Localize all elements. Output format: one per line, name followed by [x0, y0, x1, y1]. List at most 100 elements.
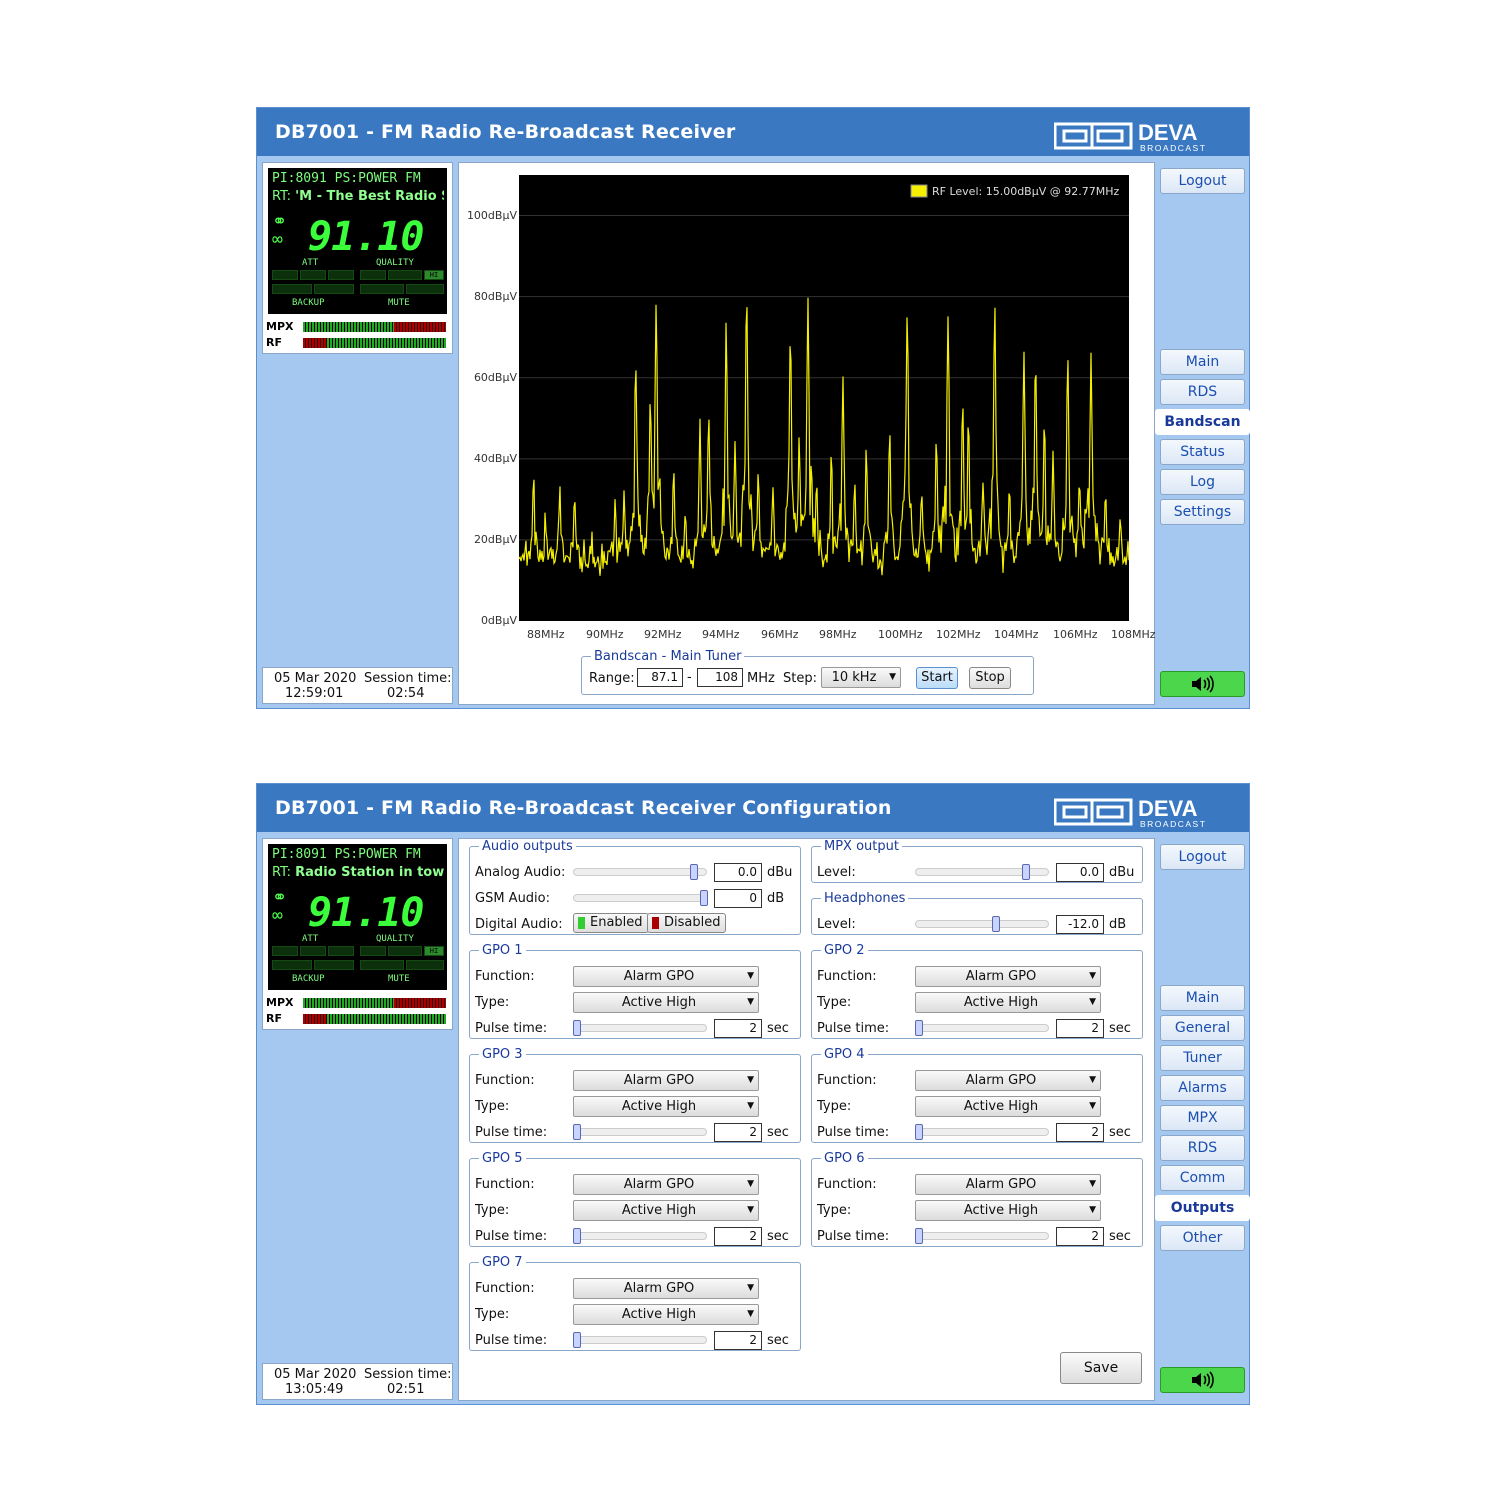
- nav-outputs[interactable]: Outputs: [1155, 1195, 1250, 1221]
- mpx-level-slider[interactable]: [915, 864, 1049, 880]
- start-button[interactable]: Start: [916, 667, 958, 689]
- pulse-time-input[interactable]: 2: [1056, 1123, 1104, 1142]
- date-text: 05 Mar 2020: [274, 671, 357, 686]
- slider-knob[interactable]: [573, 1332, 581, 1348]
- type-select[interactable]: Active High ▼: [915, 1200, 1101, 1221]
- unit-label: sec: [767, 1229, 789, 1244]
- slider-knob[interactable]: [690, 864, 698, 880]
- step-value: 10 kHz: [831, 670, 877, 685]
- nav-rds[interactable]: RDS: [1160, 1135, 1245, 1161]
- step-label: Step:: [783, 671, 817, 686]
- pulse-time-slider[interactable]: [573, 1228, 707, 1244]
- function-select[interactable]: Alarm GPO ▼: [573, 1070, 759, 1091]
- function-select[interactable]: Alarm GPO ▼: [573, 966, 759, 987]
- nav-main[interactable]: Main: [1160, 349, 1245, 375]
- type-select[interactable]: Active High ▼: [915, 1096, 1101, 1117]
- speaker-button[interactable]: [1160, 671, 1245, 697]
- function-select[interactable]: Alarm GPO ▼: [573, 1174, 759, 1195]
- gpo-legend: GPO 2: [824, 943, 865, 958]
- nav-log[interactable]: Log: [1160, 469, 1245, 495]
- headphones-level-slider[interactable]: [915, 916, 1049, 932]
- pulse-time-input[interactable]: 2: [714, 1019, 762, 1038]
- function-select[interactable]: Alarm GPO ▼: [915, 1174, 1101, 1195]
- pulse-time-slider[interactable]: [573, 1124, 707, 1140]
- step-select[interactable]: 10 kHz ▼: [821, 667, 901, 688]
- nav-other[interactable]: Other: [1160, 1225, 1245, 1251]
- nav-alarms[interactable]: Alarms: [1160, 1075, 1245, 1101]
- chevron-down-icon: ▼: [1089, 1101, 1096, 1111]
- chevron-down-icon: ▼: [747, 1309, 754, 1319]
- chevron-down-icon: ▼: [747, 971, 754, 981]
- range-to-input[interactable]: 108: [697, 668, 743, 687]
- slider-knob[interactable]: [992, 916, 1000, 932]
- function-select[interactable]: Alarm GPO ▼: [573, 1278, 759, 1299]
- unit-label: sec: [767, 1021, 789, 1036]
- lcd-line-rt: RT: Radio Station in town: [272, 865, 444, 880]
- digital-enabled-button[interactable]: Enabled: [573, 913, 649, 933]
- type-select[interactable]: Active High ▼: [573, 1200, 759, 1221]
- type-select[interactable]: Active High ▼: [573, 1096, 759, 1117]
- nav-tuner[interactable]: Tuner: [1160, 1045, 1245, 1071]
- type-select[interactable]: Active High ▼: [573, 1304, 759, 1325]
- slider-knob[interactable]: [573, 1124, 581, 1140]
- pulse-time-input[interactable]: 2: [1056, 1019, 1104, 1038]
- nav-main[interactable]: Main: [1160, 985, 1245, 1011]
- logout-button[interactable]: Logout: [1160, 844, 1245, 870]
- type-select[interactable]: Active High ▼: [915, 992, 1101, 1013]
- slider-knob[interactable]: [915, 1124, 923, 1140]
- nav-status[interactable]: Status: [1160, 439, 1245, 465]
- pulse-time-input[interactable]: 2: [1056, 1227, 1104, 1246]
- bandscan-window: DB7001 - FM Radio Re-Broadcast Receiver …: [256, 107, 1250, 709]
- enabled-text: Enabled: [590, 915, 643, 930]
- slider-knob[interactable]: [700, 890, 708, 906]
- nav-rds[interactable]: RDS: [1160, 379, 1245, 405]
- mpx-label: MPX: [266, 320, 294, 333]
- y-tick: 40dBµV: [473, 452, 517, 465]
- pulse-time-slider[interactable]: [915, 1020, 1049, 1036]
- function-value: Alarm GPO: [623, 1281, 695, 1296]
- pulse-time-input[interactable]: 2: [714, 1123, 762, 1142]
- slider-knob[interactable]: [915, 1020, 923, 1036]
- session-time: 02:51: [387, 1382, 425, 1397]
- unit-label: dBu: [1109, 865, 1135, 880]
- pulse-time-slider[interactable]: [573, 1332, 707, 1348]
- range-label: Range:: [589, 671, 635, 686]
- pulse-time-slider[interactable]: [915, 1124, 1049, 1140]
- slider-knob[interactable]: [1022, 864, 1030, 880]
- nav-bandscan[interactable]: Bandscan: [1155, 409, 1250, 435]
- speaker-button[interactable]: [1160, 1367, 1245, 1393]
- lcd-panel: PI:8091 PS:POWER FM RT: 'M - The Best Ra…: [262, 162, 453, 354]
- time-text: 12:59:01: [285, 686, 344, 701]
- function-select[interactable]: Alarm GPO ▼: [915, 1070, 1101, 1091]
- backup-label: BACKUP: [292, 974, 325, 984]
- digital-disabled-button[interactable]: Disabled: [647, 913, 727, 933]
- range-from-input[interactable]: 87.1: [637, 668, 683, 687]
- svg-text:DEVA: DEVA: [1138, 120, 1198, 145]
- slider-knob[interactable]: [915, 1228, 923, 1244]
- chevron-down-icon: ▼: [1089, 997, 1096, 1007]
- pulse-time-slider[interactable]: [915, 1228, 1049, 1244]
- gsm-audio-slider[interactable]: [573, 890, 708, 906]
- pulse-time-input[interactable]: 2: [714, 1331, 762, 1350]
- nav-comm[interactable]: Comm: [1160, 1165, 1245, 1191]
- save-button[interactable]: Save: [1060, 1352, 1142, 1384]
- function-select[interactable]: Alarm GPO ▼: [915, 966, 1101, 987]
- analog-audio-input[interactable]: 0.0: [714, 863, 762, 882]
- headphones-level-input[interactable]: -12.0: [1056, 915, 1104, 934]
- slider-knob[interactable]: [573, 1020, 581, 1036]
- gsm-audio-input[interactable]: 0: [714, 889, 762, 908]
- nav-general[interactable]: General: [1160, 1015, 1245, 1041]
- pulse-time-input[interactable]: 2: [714, 1227, 762, 1246]
- analog-audio-slider[interactable]: [573, 864, 707, 880]
- mpx-label: MPX: [266, 996, 294, 1009]
- logout-button[interactable]: Logout: [1160, 168, 1245, 194]
- type-select[interactable]: Active High ▼: [573, 992, 759, 1013]
- slider-knob[interactable]: [573, 1228, 581, 1244]
- lcd-indicators: ATT QUALITY HI BACKUP MUTE: [272, 258, 444, 312]
- lcd-display: PI:8091 PS:POWER FM RT: 'M - The Best Ra…: [268, 168, 447, 314]
- pulse-time-slider[interactable]: [573, 1020, 707, 1036]
- stop-button[interactable]: Stop: [969, 667, 1011, 689]
- mpx-level-input[interactable]: 0.0: [1056, 863, 1104, 882]
- nav-mpx[interactable]: MPX: [1160, 1105, 1245, 1131]
- nav-settings[interactable]: Settings: [1160, 499, 1245, 525]
